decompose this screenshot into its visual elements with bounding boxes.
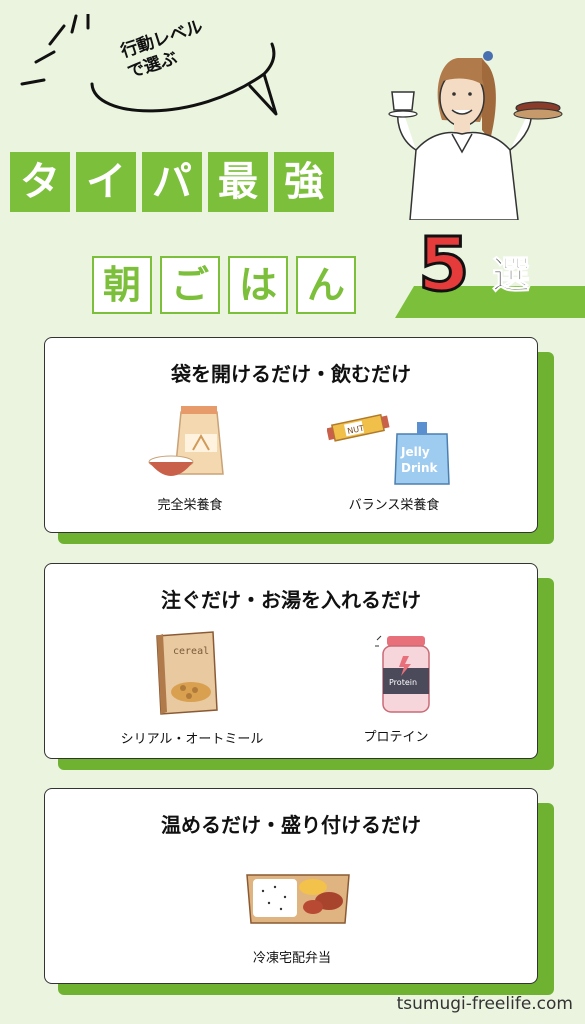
section-card-1: 袋を開けるだけ・飲むだけ 完全栄養食 NUT Jelly Drink バランス栄…: [44, 337, 538, 533]
item-label: プロテイン: [363, 730, 429, 745]
cereal-box-icon: cereal: [156, 631, 218, 715]
title-char: ご: [160, 256, 220, 314]
title-char: 強: [274, 152, 334, 212]
title-char: イ: [76, 152, 136, 212]
svg-text:Jelly: Jelly: [400, 445, 430, 459]
section-heading: 温めるだけ・盛り付けるだけ: [161, 813, 421, 837]
protein-tub-icon: Protein: [375, 635, 430, 713]
title-char: ん: [296, 256, 356, 314]
title-line-1: タ イ パ 最 強: [10, 152, 334, 212]
item-label: バランス栄養食: [348, 498, 440, 513]
section-heading: 注ぐだけ・お湯を入れるだけ: [161, 588, 421, 612]
title-char: パ: [142, 152, 202, 212]
title-char: タ: [10, 152, 70, 212]
item-label: 冷凍宅配弁当: [252, 951, 331, 966]
flour-bag-icon: [148, 406, 224, 476]
nut-bar-jelly-icon: NUT Jelly Drink: [327, 413, 450, 485]
woman-eating-illustration: [388, 51, 563, 220]
item-label: 完全栄養食: [157, 498, 223, 513]
bento-box-icon: [246, 874, 350, 924]
svg-text:Drink: Drink: [401, 461, 439, 475]
section-card-2: 注ぐだけ・お湯を入れるだけ cereal シリアル・オートミール Protein…: [44, 563, 538, 759]
section-heading: 袋を開けるだけ・飲むだけ: [171, 362, 411, 386]
title-line-2: 朝 ご は ん: [92, 256, 356, 314]
item-label: シリアル・オートミール: [120, 732, 264, 747]
svg-text:Protein: Protein: [389, 678, 417, 687]
section-card-3: 温めるだけ・盛り付けるだけ 冷凍宅配弁当: [44, 788, 538, 984]
title-number: 5: [417, 222, 471, 308]
site-url: tsumugi-freelife.com: [396, 994, 573, 1014]
svg-text:cereal: cereal: [173, 646, 209, 657]
title-char: 朝: [92, 256, 152, 314]
title-suffix: 選: [491, 253, 531, 297]
title-char: 最: [208, 152, 268, 212]
title-char: は: [228, 256, 288, 314]
